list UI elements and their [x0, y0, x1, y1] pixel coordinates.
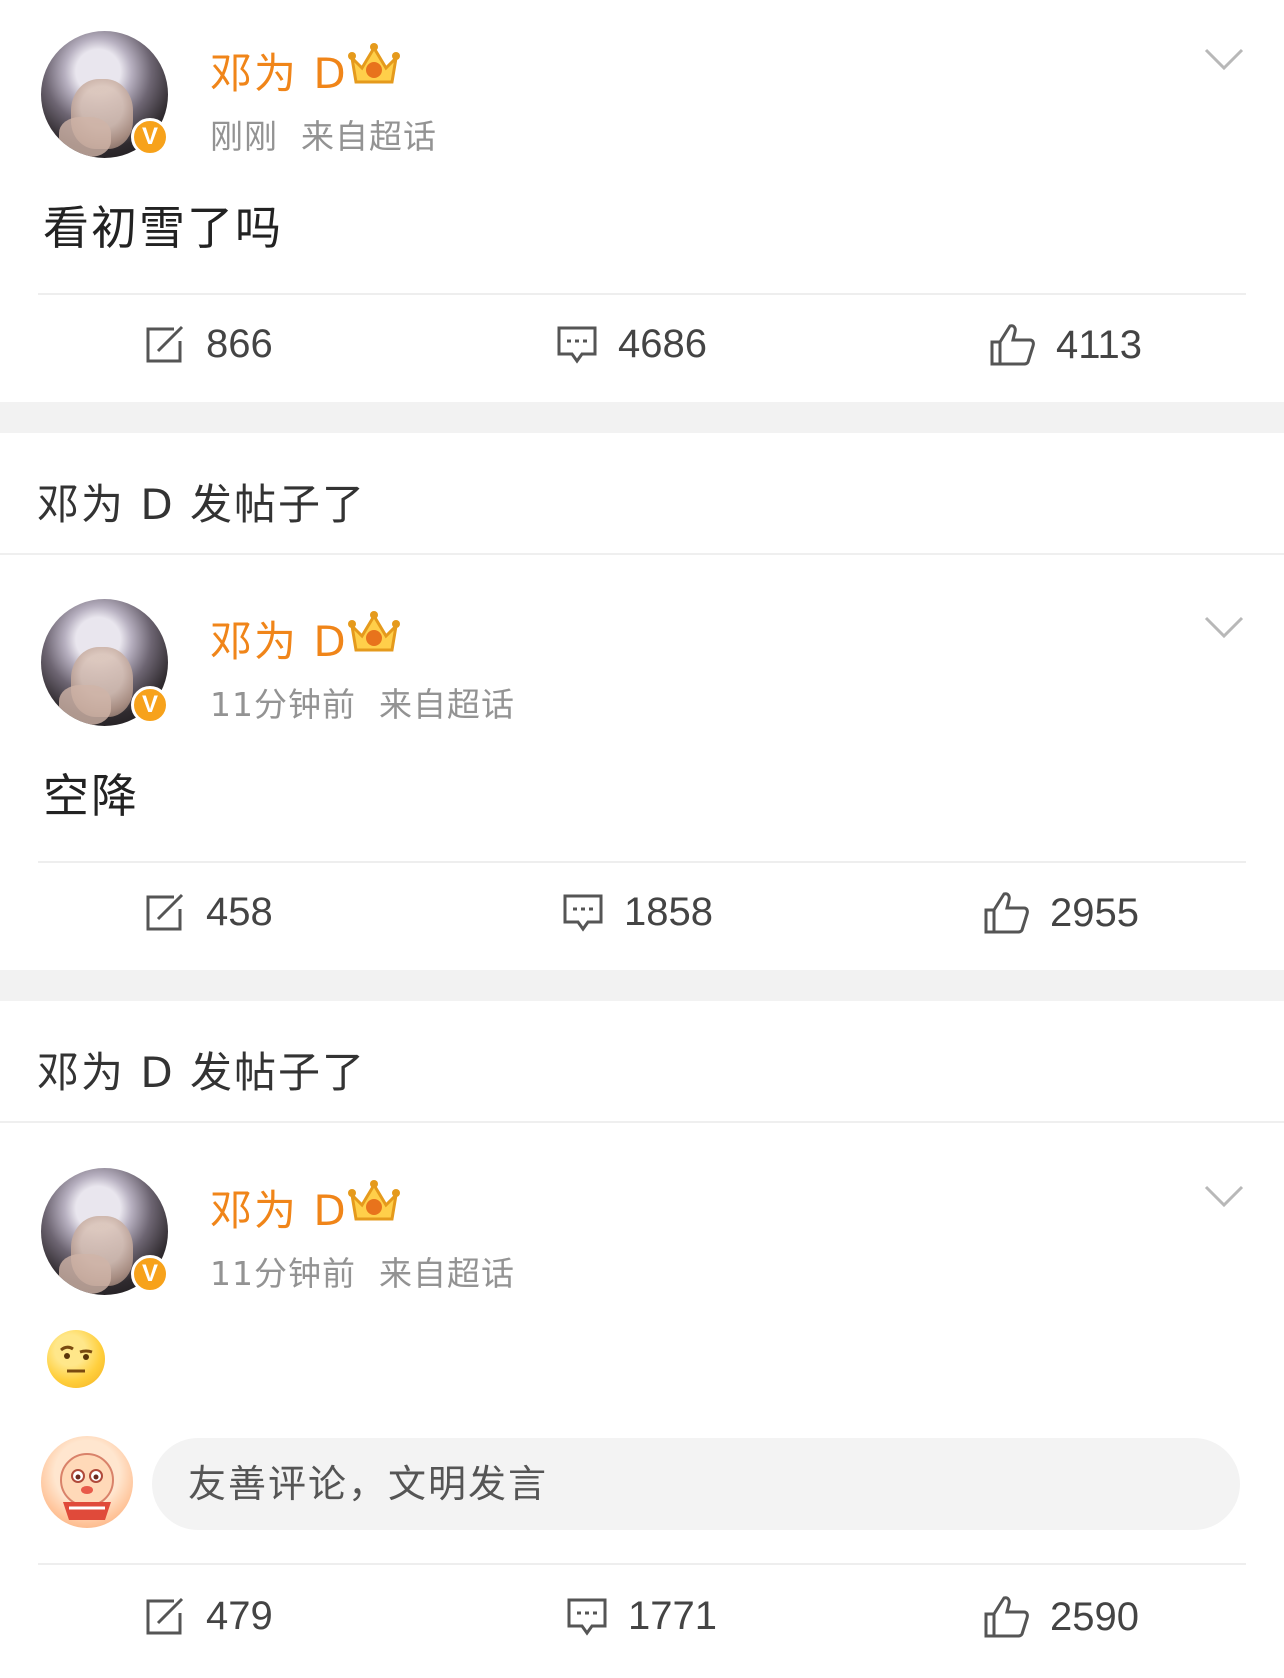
comment-icon: [567, 1598, 607, 1636]
post-source[interactable]: 来自超话: [301, 117, 437, 156]
divider: [38, 1563, 1246, 1565]
chevron-down-icon[interactable]: [1204, 615, 1244, 639]
section-title: 邓为 D 发帖子了: [37, 480, 367, 529]
repost-button[interactable]: 479: [144, 1594, 273, 1639]
post-meta: 刚刚 来自超话: [210, 110, 437, 158]
verified-badge: V: [131, 686, 169, 724]
section-title: 邓为 D 发帖子了: [37, 1048, 367, 1097]
section-gap: [0, 402, 1284, 433]
comment-input[interactable]: [152, 1438, 1240, 1530]
repost-icon: [146, 1597, 184, 1634]
crown-icon: [348, 611, 400, 652]
comment-button[interactable]: 4686: [556, 322, 707, 367]
like-icon: [990, 324, 1035, 366]
like-button[interactable]: 4113: [988, 322, 1142, 368]
divider: [38, 293, 1246, 295]
commenter-avatar[interactable]: [41, 1436, 133, 1528]
crown-icon: [348, 43, 400, 84]
like-count: 2590: [1050, 1594, 1139, 1639]
post-source[interactable]: 来自超话: [379, 685, 515, 724]
divider: [0, 1121, 1284, 1123]
chevron-down-icon[interactable]: [1204, 1184, 1244, 1208]
repost-icon: [146, 893, 184, 930]
comment-count: 4686: [618, 322, 707, 366]
verified-badge: V: [131, 1255, 169, 1293]
like-button[interactable]: 2955: [982, 890, 1139, 936]
repost-button[interactable]: 458: [144, 890, 273, 935]
comment-count: 1771: [628, 1594, 717, 1638]
comment-count: 1858: [624, 890, 713, 934]
post-time: 11分钟前: [210, 1254, 356, 1293]
chevron-down-icon[interactable]: [1204, 47, 1244, 71]
post-time: 11分钟前: [210, 685, 356, 724]
username[interactable]: 邓为 D: [210, 608, 348, 669]
repost-count: 866: [206, 322, 273, 366]
post-source[interactable]: 来自超话: [379, 1254, 515, 1293]
repost-count: 458: [206, 890, 273, 934]
like-count: 2955: [1050, 890, 1139, 935]
divider: [0, 553, 1284, 555]
like-icon: [984, 1596, 1029, 1638]
section-gap: [0, 970, 1284, 1001]
like-count: 4113: [1056, 322, 1143, 367]
post-meta: 11分钟前 来自超话: [210, 1247, 515, 1295]
post-content: 看初雪了吗: [43, 201, 283, 255]
comment-button[interactable]: 1771: [566, 1594, 717, 1639]
comment-icon: [557, 326, 597, 364]
post-content: 空降: [43, 769, 139, 823]
divider: [38, 861, 1246, 863]
like-icon: [984, 892, 1029, 934]
like-button[interactable]: 2590: [982, 1594, 1139, 1640]
username[interactable]: 邓为 D: [210, 1177, 348, 1238]
post-card-1: V 邓为 D 刚刚 来自超话 看初雪了吗 866 4686 4113: [0, 0, 1284, 402]
post-time: 刚刚: [210, 117, 278, 156]
post-meta: 11分钟前 来自超话: [210, 678, 515, 726]
comment-button[interactable]: 1858: [562, 890, 713, 935]
repost-count: 479: [206, 1594, 273, 1638]
repost-button[interactable]: 866: [144, 322, 273, 367]
username[interactable]: 邓为 D: [210, 40, 348, 101]
crown-icon: [348, 1180, 400, 1221]
verified-badge: V: [131, 118, 169, 156]
repost-icon: [146, 325, 184, 362]
post-card-2: V 邓为 D 11分钟前 来自超话 空降 458 1858 2955: [0, 556, 1284, 969]
comment-icon: [563, 894, 603, 932]
raised-eyebrow-emoji: [47, 1330, 105, 1388]
